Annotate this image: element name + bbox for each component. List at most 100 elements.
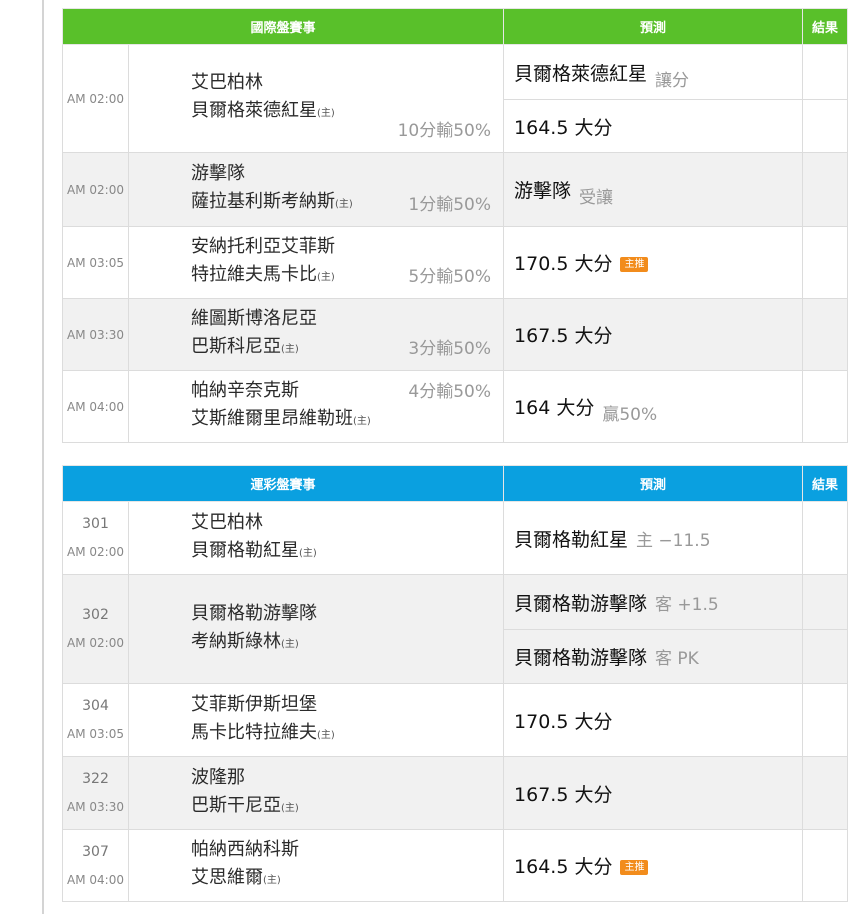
handicap-info: 5分輸50% <box>408 267 492 287</box>
match-teams: 艾巴柏林 貝爾格勒紅星(主) <box>127 501 505 575</box>
team-away: 游擊隊 <box>191 163 245 184</box>
result-cell <box>802 298 849 371</box>
prediction-cell: 貝爾格勒游擊隊客 PK <box>503 629 804 684</box>
team-away: 艾菲斯伊斯坦堡 <box>191 693 317 715</box>
match-code: 304 <box>82 698 109 714</box>
home-mark: (主) <box>299 547 317 559</box>
prediction-note: 受讓 <box>579 188 614 208</box>
left-divider <box>42 0 44 914</box>
prediction-cell: 164.5 大分 主推 <box>503 829 804 902</box>
prediction-cell: 貝爾格萊德紅星 讓分 <box>503 44 804 100</box>
handicap-info: 10分輸50% <box>397 121 492 141</box>
team-away: 艾巴柏林 <box>191 511 263 533</box>
table-row: AM 02:00 艾巴柏林 貝爾格萊德紅星(主) 10分輸50% 貝爾格萊德紅星… <box>62 44 849 153</box>
intl-result-header: 結果 <box>802 8 849 45</box>
result-cell <box>802 152 849 227</box>
team-home: 薩拉基利斯考納斯 <box>191 191 335 212</box>
lottery-matches-table: 運彩盤賽事 預測 結果 301 AM 02:00 艾巴柏林 貝爾格勒紅星(主) 貝… <box>61 465 849 902</box>
table-row: 307 AM 04:00 帕納西納科斯 艾思維爾(主) 164.5 大分 主推 <box>62 829 849 902</box>
home-mark: (主) <box>281 344 299 355</box>
home-mark: (主) <box>281 638 299 650</box>
match-teams: 維圖斯博洛尼亞 巴斯科尼亞(主) 3分輸50% <box>127 298 505 371</box>
result-cell <box>802 574 849 630</box>
match-time-cell: 302 AM 02:00 <box>62 574 129 684</box>
team-home: 貝爾格勒紅星 <box>191 539 299 561</box>
team-away: 波隆那 <box>191 766 245 788</box>
match-time: AM 04:00 <box>67 872 124 887</box>
table-row: AM 04:00 帕納辛奈克斯 艾斯維爾里昂維勒班(主) 4分輸50% 164 … <box>62 370 849 443</box>
result-cell <box>802 829 849 902</box>
intl-header-row: 國際盤賽事 預測 結果 <box>61 8 849 45</box>
prediction-pick: 164 大分 <box>514 397 595 419</box>
handicap-info: 4分輸50% <box>408 382 492 402</box>
prediction-pick: 167.5 大分 <box>514 325 613 347</box>
home-mark: (主) <box>317 729 335 741</box>
lottery-prediction-header: 預測 <box>503 465 804 502</box>
prediction-pick: 貝爾格勒游擊隊 <box>514 592 648 615</box>
match-time-cell: 304 AM 03:05 <box>62 683 129 757</box>
team-home: 考納斯綠林 <box>191 630 281 652</box>
prediction-cell: 164.5 大分 <box>503 99 804 153</box>
team-away: 貝爾格勒游擊隊 <box>191 602 317 624</box>
prediction-pick: 貝爾格萊德紅星 <box>514 62 648 85</box>
recommend-badge: 主推 <box>620 257 649 272</box>
match-time-cell: 307 AM 04:00 <box>62 829 129 902</box>
prediction-pick: 164.5 大分 <box>514 116 613 139</box>
prediction-cell: 貝爾格勒游擊隊客 +1.5 <box>503 574 804 630</box>
team-away: 安納托利亞艾菲斯 <box>191 236 335 257</box>
match-time: AM 03:05 <box>62 226 129 299</box>
team-home: 特拉維夫馬卡比 <box>191 264 317 285</box>
table-row: 304 AM 03:05 艾菲斯伊斯坦堡 馬卡比特拉維夫(主) 170.5 大分 <box>62 683 849 757</box>
team-home: 巴斯科尼亞 <box>191 336 281 357</box>
result-cell <box>802 370 849 443</box>
match-teams: 波隆那 巴斯干尼亞(主) <box>127 756 505 830</box>
prediction-note: 贏50% <box>602 405 658 425</box>
match-time: AM 03:30 <box>67 800 124 814</box>
table-row: AM 03:05 安納托利亞艾菲斯 特拉維夫馬卡比(主) 5分輸50% 170.… <box>62 226 849 299</box>
result-cell <box>802 501 849 575</box>
team-home: 貝爾格萊德紅星 <box>191 100 317 121</box>
match-teams: 帕納西納科斯 艾思維爾(主) <box>127 829 505 902</box>
prediction-pick: 170.5 大分 <box>514 710 613 733</box>
result-cell <box>802 629 849 684</box>
prediction-note: 讓分 <box>655 70 690 91</box>
table-row: AM 03:30 維圖斯博洛尼亞 巴斯科尼亞(主) 3分輸50% 167.5 大… <box>62 298 849 371</box>
result-cell <box>802 99 849 153</box>
prediction-cell: 游擊隊 受讓 <box>503 152 804 227</box>
prediction-cell: 164 大分 贏50% <box>503 370 804 443</box>
match-code: 307 <box>82 843 109 860</box>
match-teams: 安納托利亞艾菲斯 特拉維夫馬卡比(主) 5分輸50% <box>127 226 505 299</box>
prediction-note: 客 PK <box>655 649 699 669</box>
prediction-pick: 167.5 大分 <box>514 783 613 806</box>
team-home: 艾思維爾 <box>191 867 263 888</box>
home-mark: (主) <box>353 416 371 427</box>
match-time-cell: 322 AM 03:30 <box>62 756 129 830</box>
match-time: AM 04:00 <box>62 370 129 443</box>
intl-matches-header: 國際盤賽事 <box>61 8 505 45</box>
prediction-pick: 游擊隊 <box>514 180 572 202</box>
home-mark: (主) <box>263 875 281 886</box>
result-cell <box>802 683 849 757</box>
match-teams: 貝爾格勒游擊隊 考納斯綠林(主) <box>127 574 505 684</box>
prediction-note: 客 +1.5 <box>655 594 719 615</box>
match-teams: 艾菲斯伊斯坦堡 馬卡比特拉維夫(主) <box>127 683 505 757</box>
team-away: 艾巴柏林 <box>191 72 263 93</box>
handicap-info: 1分輸50% <box>408 195 492 215</box>
table-row: 301 AM 02:00 艾巴柏林 貝爾格勒紅星(主) 貝爾格勒紅星主 −11.5 <box>62 501 849 575</box>
result-cell <box>802 226 849 299</box>
table-row: AM 02:00 游擊隊 薩拉基利斯考納斯(主) 1分輸50% 游擊隊 受讓 <box>62 152 849 227</box>
home-mark: (主) <box>335 199 353 210</box>
prediction-cell: 貝爾格勒紅星主 −11.5 <box>503 501 804 575</box>
lottery-result-header: 結果 <box>802 465 849 502</box>
prediction-pick: 貝爾格勒紅星 <box>514 528 629 551</box>
prediction-cell: 170.5 大分 主推 <box>503 226 804 299</box>
lottery-header-row: 運彩盤賽事 預測 結果 <box>61 465 849 502</box>
handicap-info: 3分輸50% <box>408 339 492 359</box>
prediction-cell: 170.5 大分 <box>503 683 804 757</box>
prediction-pick: 164.5 大分 <box>514 856 613 878</box>
match-code: 322 <box>82 771 109 787</box>
home-mark: (主) <box>317 272 335 283</box>
result-cell <box>802 756 849 830</box>
team-home: 艾斯維爾里昂維勒班 <box>191 408 353 429</box>
team-away: 維圖斯博洛尼亞 <box>191 308 317 329</box>
